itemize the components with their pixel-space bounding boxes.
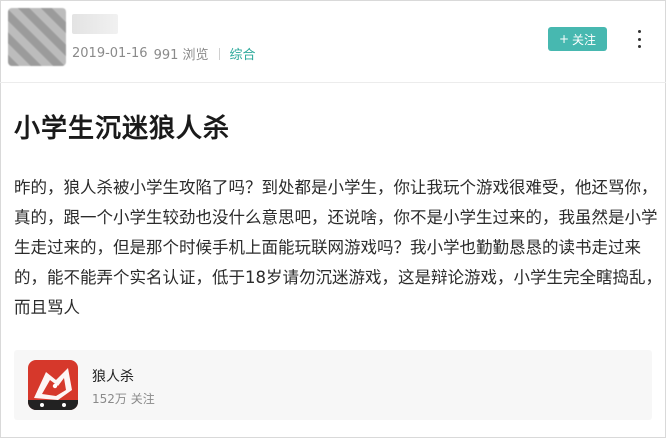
body-line: 而且骂人 — [14, 298, 80, 317]
app-name: 狼人杀 — [92, 369, 134, 385]
body-line: 昨的，狼人杀被小学生攻陷了吗？到处都是小学生，你让我玩个游戏很难受，他还骂你， — [14, 178, 658, 197]
body-line: 真的，跟一个小学生较劲也没什么意思吧，还说啥，你不是小学生过来的，我虽然是小学 — [14, 208, 658, 227]
post-title: 小学生沉迷狼人杀 — [14, 114, 231, 144]
plus-icon: + — [558, 32, 570, 46]
post-meta: 2019-01-16 991 浏览 综合 — [72, 44, 256, 63]
username-blurred[interactable] — [72, 14, 118, 34]
body-line: 生走过来的，但是那个时候手机上面能玩联网游戏吗？我小学也勤勤恳恳的读书走过来 — [14, 238, 641, 257]
body-line: 的，能不能弄个实名认证，低于18岁请勿沉迷游戏，这是辩论游戏，小学生完全瞎捣乱， — [14, 268, 662, 287]
header-divider — [0, 82, 666, 83]
app-follower-count: 152万 关注 — [92, 392, 155, 406]
meta-divider — [218, 47, 220, 60]
post-date: 2019-01-16 — [72, 46, 148, 61]
post-body: 昨的，狼人杀被小学生攻陷了吗？到处都是小学生，你让我玩个游戏很难受，他还骂你， … — [14, 173, 662, 323]
follow-button[interactable]: + 关注 — [548, 27, 607, 51]
avatar[interactable] — [8, 8, 66, 66]
werewolf-game-icon — [28, 360, 78, 410]
view-count: 991 浏览 — [153, 48, 209, 63]
follow-label: 关注 — [572, 32, 597, 47]
more-options-icon[interactable] — [634, 30, 644, 48]
category-tag[interactable]: 综合 — [230, 44, 256, 63]
app-card[interactable]: 狼人杀 152万 关注 — [14, 350, 652, 420]
